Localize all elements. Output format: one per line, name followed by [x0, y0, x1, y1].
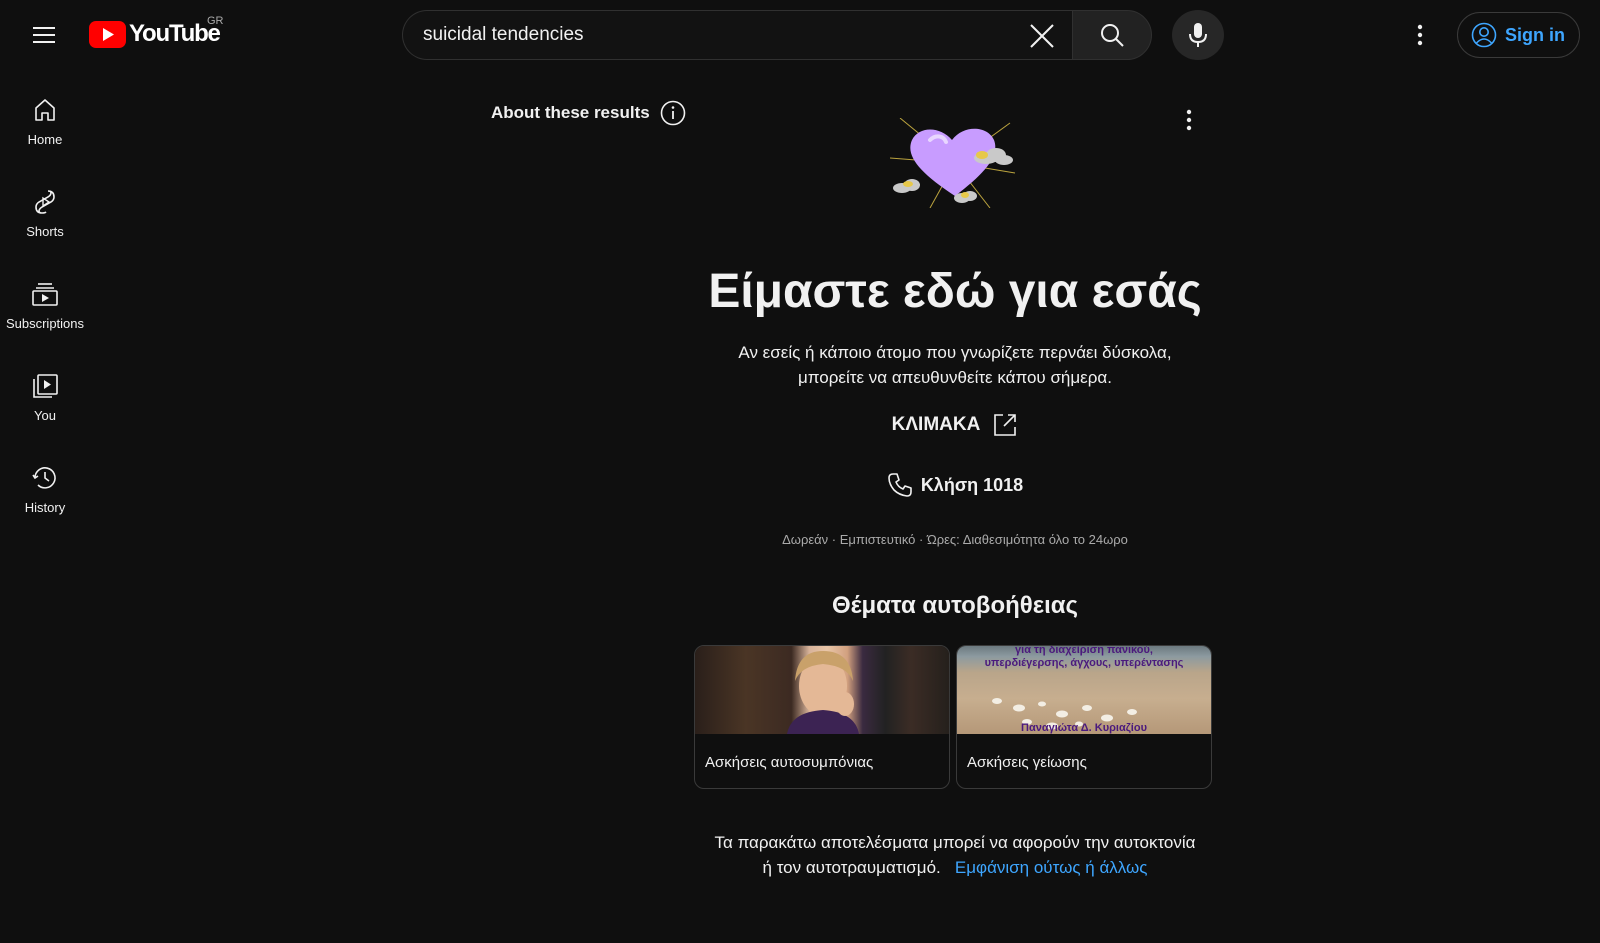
- crisis-subtext: Αν εσείς ή κάποιο άτομο που γνωρίζετε πε…: [700, 340, 1210, 390]
- home-icon: [35, 99, 55, 121]
- about-results-label: About these results: [491, 103, 650, 122]
- availability-text: Δωρεάν · Εμπιστευτικό · Ώρες: Διαθεσιμότ…: [782, 532, 1128, 547]
- sidebar-item-label: You: [34, 408, 56, 423]
- external-link-icon: [994, 414, 1017, 436]
- hamburger-icon: [33, 27, 55, 43]
- topic-thumbnail: [695, 646, 949, 734]
- card-menu-button[interactable]: [1178, 103, 1200, 137]
- settings-menu-button[interactable]: [1400, 15, 1440, 55]
- sidebar-item-home[interactable]: Home: [0, 78, 90, 170]
- you-icon: [33, 374, 58, 398]
- topic-label: Ασκήσεις γείωσης: [967, 754, 1087, 771]
- subscriptions-icon: [32, 283, 58, 306]
- account-icon: [1471, 22, 1497, 48]
- sign-in-button[interactable]: Sign in: [1457, 12, 1580, 58]
- sidebar-item-you[interactable]: You: [0, 354, 90, 446]
- youtube-logo[interactable]: YouTube: [89, 20, 221, 48]
- sign-in-label: Sign in: [1505, 24, 1565, 45]
- search-box: [402, 10, 1072, 60]
- topic-label: Ασκήσεις αυτοσυμπόνιας: [705, 754, 874, 771]
- youtube-play-icon: [89, 20, 126, 48]
- org-name: ΚΛΙΜΑΚΑ: [891, 414, 981, 435]
- microphone-icon: [1189, 23, 1207, 47]
- call-hotline-button[interactable]: Κλήση 1018: [700, 472, 1210, 498]
- sidebar-item-label: History: [24, 500, 66, 515]
- topic-card-self-compassion[interactable]: Ασκήσεις αυτοσυμπόνιας: [694, 645, 950, 789]
- sidebar: Home Shorts Subscriptions You History: [0, 78, 90, 538]
- show-anyway-link[interactable]: Εμφάνιση ούτως ή άλλως: [955, 858, 1148, 877]
- sidebar-item-label: Home: [27, 132, 63, 147]
- clear-search-button[interactable]: [1025, 19, 1059, 53]
- results-warning: Τα παρακάτω αποτελέσματα μπορεί να αφορο…: [712, 830, 1198, 880]
- about-these-results-button[interactable]: About these results: [491, 100, 686, 126]
- top-bar: YouTube GR suicidal tendencies Sign in: [0, 0, 1600, 70]
- info-icon: [660, 100, 686, 126]
- sidebar-item-history[interactable]: History: [0, 446, 90, 538]
- search-icon: [1101, 24, 1124, 47]
- sidebar-item-shorts[interactable]: Shorts: [0, 170, 90, 262]
- search-button[interactable]: [1072, 10, 1152, 60]
- topic-card-grounding[interactable]: για τη διαχείριση πανικού, υπερδιέγερσης…: [956, 645, 1212, 789]
- crisis-headline: Είμαστε εδώ για εσάς: [708, 265, 1202, 318]
- search-input[interactable]: [423, 11, 1003, 59]
- crisis-subtext-line: μπορείτε να απευθυνθείτε κάπου σήμερα.: [798, 368, 1112, 387]
- call-label: Κλήση 1018: [920, 474, 1024, 495]
- voice-search-button[interactable]: [1172, 10, 1224, 60]
- history-icon: [32, 467, 56, 489]
- more-vert-icon: [1417, 24, 1423, 46]
- self-help-title: Θέματα αυτοβοήθειας: [831, 592, 1079, 619]
- crisis-subtext-line: Αν εσείς ή κάποιο άτομο που γνωρίζετε πε…: [738, 343, 1172, 362]
- close-icon: [1030, 24, 1054, 48]
- topic-thumbnail: για τη διαχείριση πανικού, υπερδιέγερσης…: [957, 646, 1211, 734]
- more-vert-icon: [1186, 109, 1192, 131]
- sidebar-item-label: Subscriptions: [5, 316, 85, 331]
- heart-illustration: [890, 118, 1016, 208]
- thumbnail-text: Παναγιώτα Δ. Κυριαζίου: [1021, 722, 1147, 734]
- region-code: GR: [207, 15, 224, 27]
- menu-button[interactable]: [24, 15, 64, 55]
- phone-icon: [888, 473, 912, 497]
- org-website-link[interactable]: ΚΛΙΜΑΚΑ: [700, 412, 1210, 438]
- sidebar-item-label: Shorts: [26, 224, 64, 239]
- sidebar-item-subscriptions[interactable]: Subscriptions: [0, 262, 90, 354]
- shorts-icon: [35, 190, 55, 214]
